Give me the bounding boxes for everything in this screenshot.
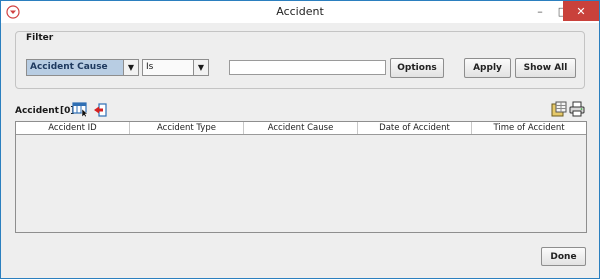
filter-operator-value: Is: [146, 62, 154, 72]
filter-operator-select[interactable]: Is ▼: [142, 59, 209, 76]
column-header-accident-id[interactable]: Accident ID: [16, 122, 130, 134]
column-header-accident-type[interactable]: Accident Type: [130, 122, 244, 134]
export-icon[interactable]: [93, 103, 107, 117]
section-label: Accident: [15, 106, 59, 116]
chevron-down-icon[interactable]: ▼: [123, 60, 138, 75]
column-header-time-of-accident[interactable]: Time of Accident: [472, 122, 586, 134]
minimize-icon: –: [537, 4, 543, 18]
filter-legend: Filter: [23, 33, 57, 43]
column-header-date-of-accident[interactable]: Date of Accident: [358, 122, 472, 134]
filter-field-select[interactable]: Accident Cause ▼: [26, 59, 139, 76]
close-icon: ✕: [576, 4, 586, 18]
filter-value-input[interactable]: [229, 60, 386, 75]
title-bar: Accident – □ ✕: [1, 1, 599, 23]
column-header-accident-cause[interactable]: Accident Cause: [244, 122, 358, 134]
filter-field-value: Accident Cause: [30, 62, 108, 72]
apply-button[interactable]: Apply: [464, 58, 511, 78]
accident-table[interactable]: Accident ID Accident Type Accident Cause…: [15, 121, 587, 233]
select-columns-icon[interactable]: [72, 102, 89, 117]
options-button[interactable]: Options: [390, 58, 444, 78]
table-header: Accident ID Accident Type Accident Cause…: [16, 122, 586, 135]
chevron-down-icon[interactable]: ▼: [193, 60, 208, 75]
done-button[interactable]: Done: [541, 247, 586, 266]
printer-icon[interactable]: [569, 101, 585, 117]
show-all-button[interactable]: Show All: [515, 58, 576, 78]
close-button[interactable]: ✕: [563, 1, 599, 21]
window-title: Accident: [276, 5, 324, 18]
export-grid-icon[interactable]: [551, 101, 567, 117]
accident-window: Accident – □ ✕ Filter Accident Cause ▼ I…: [0, 0, 600, 279]
